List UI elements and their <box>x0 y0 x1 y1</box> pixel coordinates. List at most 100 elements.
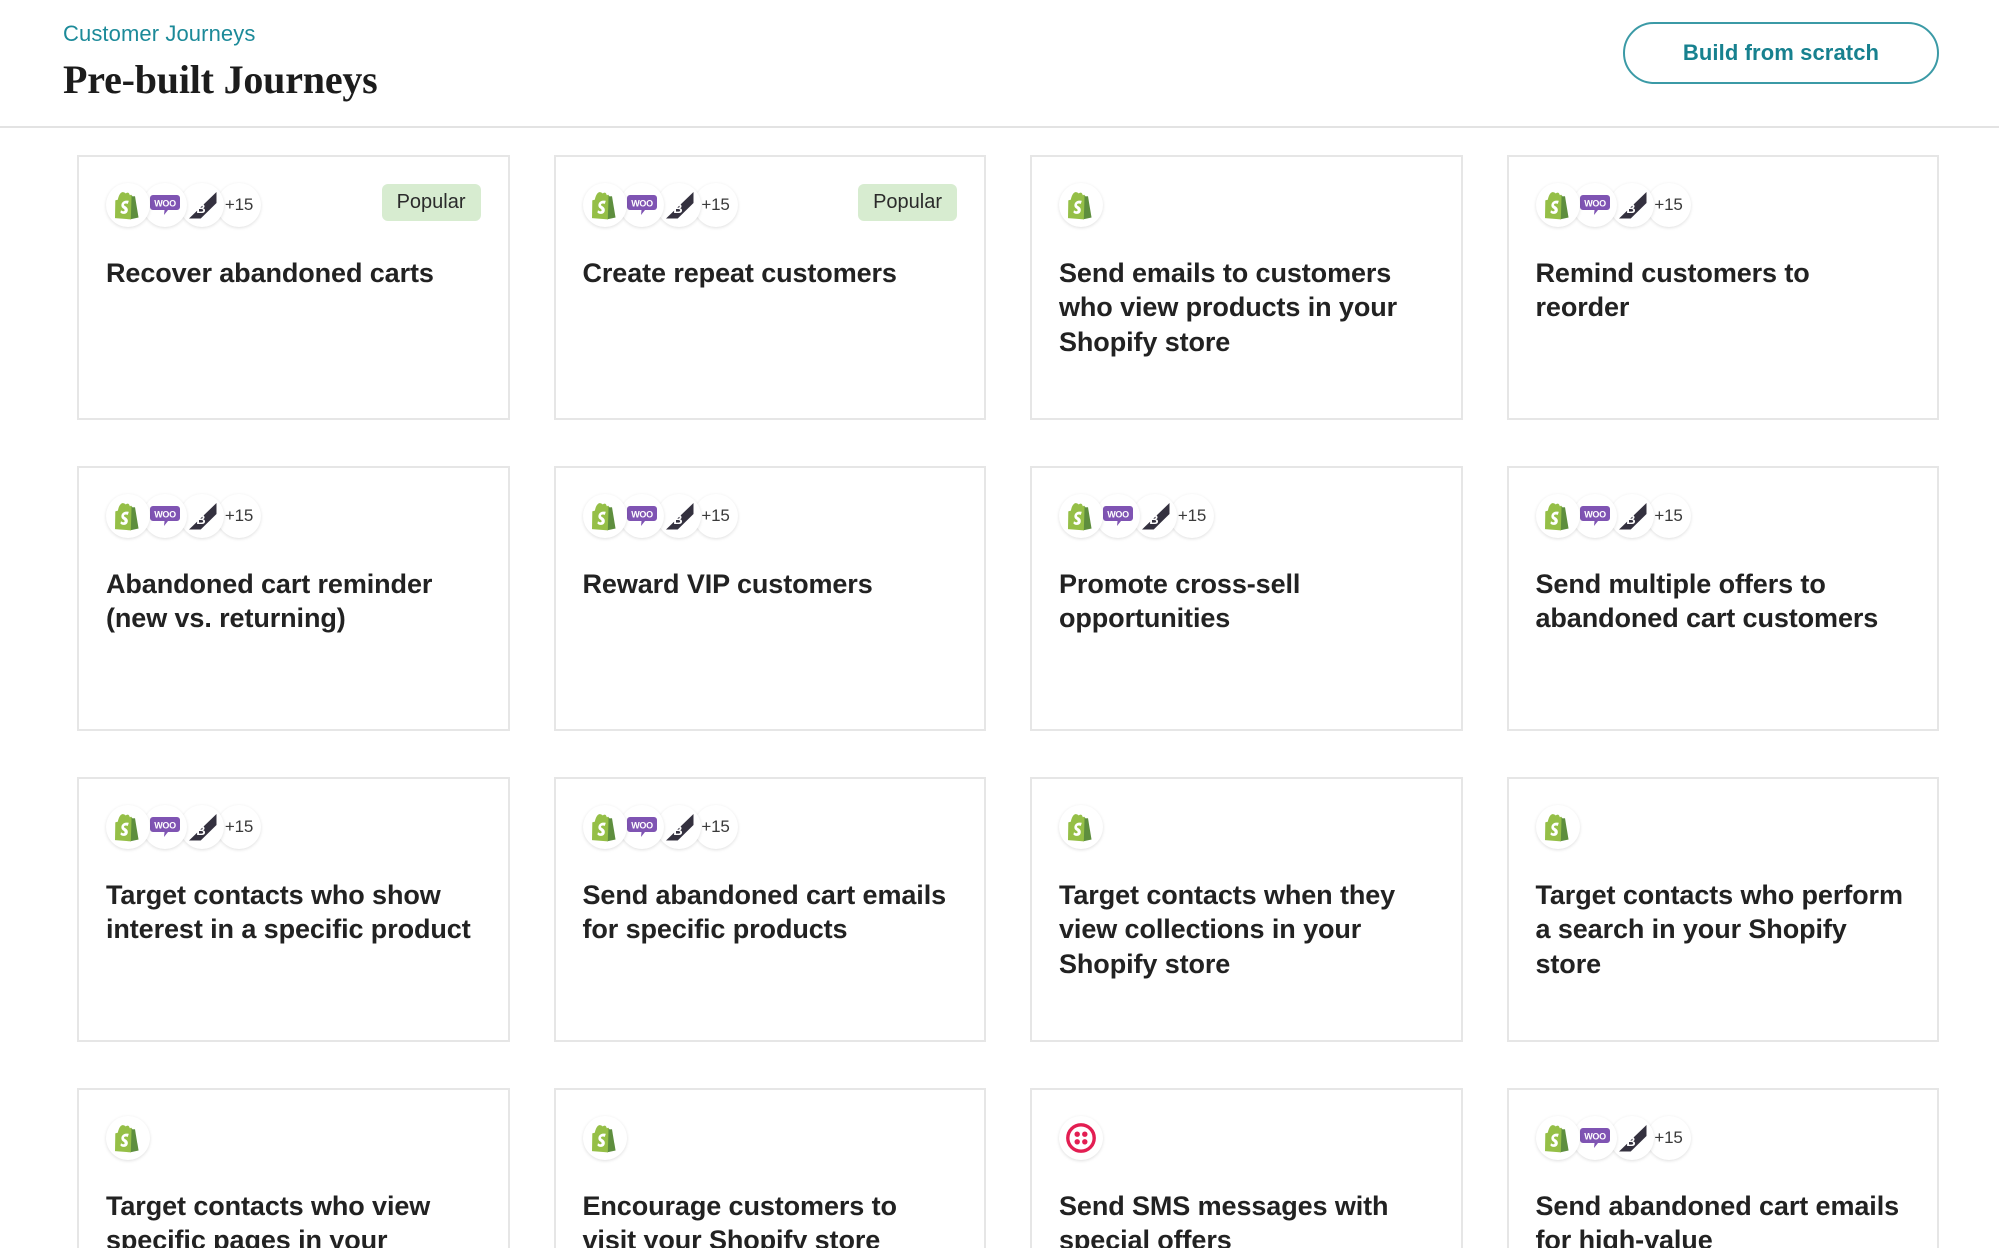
twilio-icon <box>1059 1116 1103 1160</box>
integration-icon-stack: WOO B +15 <box>582 183 738 227</box>
svg-text:B: B <box>1626 1134 1635 1149</box>
card-top <box>106 1116 481 1162</box>
card-top <box>1059 1116 1434 1162</box>
svg-text:WOO: WOO <box>631 510 653 520</box>
popular-status-badge: Popular <box>381 184 481 221</box>
svg-text:B: B <box>1626 512 1635 527</box>
shopify-icon <box>582 805 627 849</box>
card-top <box>1059 183 1434 229</box>
svg-text:B: B <box>196 823 205 838</box>
journey-card[interactable]: WOO B +15 Remind customers to reorder <box>1506 155 1939 420</box>
journey-card-title: Promote cross-sell opportunities <box>1059 569 1301 634</box>
shopify-icon <box>1059 183 1103 227</box>
integration-icon-stack: WOO B +15 <box>1059 494 1214 538</box>
journey-card-title: Target contacts when they view collectio… <box>1059 880 1396 979</box>
journey-card[interactable]: Target contacts who perform a search in … <box>1506 777 1939 1042</box>
integration-icon-stack: WOO B +15 <box>1535 183 1691 227</box>
breadcrumb[interactable]: Customer Journeys <box>63 20 378 49</box>
journey-card[interactable]: Send SMS messages with special offers <box>1030 1088 1463 1248</box>
integration-icon-stack <box>106 1116 150 1160</box>
integration-icon-stack <box>1059 183 1103 227</box>
integration-icon-stack <box>1059 1116 1103 1160</box>
journey-card[interactable]: WOO B +15 Send multiple offers to abandoned… <box>1506 466 1939 731</box>
shopify-icon <box>582 494 627 538</box>
card-top: WOO B +15 <box>582 805 958 851</box>
journey-card-title: Create repeat customers <box>582 258 897 288</box>
shopify-icon <box>1535 805 1580 849</box>
integration-icon-stack: WOO B +15 <box>106 183 261 227</box>
card-top: WOO B +15 <box>1535 494 1911 540</box>
journey-card[interactable]: WOO B +15 Reward VIP customers <box>553 466 986 731</box>
journey-card[interactable]: WOO B +15 Popular Recover abandoned carts <box>77 155 510 420</box>
journey-card-title: Send SMS messages with special offers <box>1059 1191 1389 1248</box>
card-top: WOO B +15 <box>1059 494 1434 540</box>
header-titles: Customer Journeys Pre-built Journeys <box>63 0 378 103</box>
svg-text:B: B <box>673 823 682 838</box>
journey-card-title: Target contacts who view specific pages … <box>106 1191 431 1248</box>
journey-card[interactable]: Target contacts who view specific pages … <box>77 1088 510 1248</box>
journey-card[interactable]: Send emails to customers who view produc… <box>1030 155 1463 420</box>
svg-text:WOO: WOO <box>1584 1132 1606 1142</box>
card-top: WOO B +15 Popular <box>582 183 957 229</box>
shopify-icon <box>106 1116 150 1160</box>
shopify-icon <box>106 494 150 538</box>
journey-card-title: Send abandoned cart emails for high-valu… <box>1535 1191 1900 1248</box>
page-header: Customer Journeys Pre-built Journeys Bui… <box>0 0 1999 128</box>
integration-icon-stack: WOO B +15 <box>106 805 261 849</box>
journey-card-title: Reward VIP customers <box>582 569 873 599</box>
journey-card[interactable]: Encourage customers to visit your Shopif… <box>553 1088 986 1248</box>
shopify-icon <box>1059 805 1103 849</box>
page-title: Pre-built Journeys <box>63 56 378 102</box>
shopify-icon <box>582 183 627 227</box>
journey-card[interactable]: Target contacts when they view collectio… <box>1030 777 1463 1042</box>
svg-text:WOO: WOO <box>154 199 176 209</box>
svg-text:WOO: WOO <box>631 199 653 209</box>
shopify-icon <box>1535 183 1580 227</box>
card-top: WOO B +15 <box>106 494 481 540</box>
integration-icon-stack: WOO B +15 <box>582 805 738 849</box>
svg-text:WOO: WOO <box>631 821 653 831</box>
journey-card[interactable]: WOO B +15 Target contacts who show interest… <box>77 777 510 1042</box>
build-from-scratch-button[interactable]: Build from scratch <box>1623 22 1939 84</box>
shopify-icon <box>1535 494 1580 538</box>
journey-card-title: Encourage customers to visit your Shopif… <box>582 1191 897 1248</box>
card-top: WOO B +15 Popular <box>106 183 481 229</box>
card-top: WOO B +15 <box>1535 183 1911 229</box>
svg-text:WOO: WOO <box>1584 510 1606 520</box>
svg-text:WOO: WOO <box>1107 510 1129 520</box>
integration-icon-stack: WOO B +15 <box>1535 494 1691 538</box>
journey-cards-grid: WOO B +15 Popular Recover abandoned carts WOO… <box>0 128 1999 1248</box>
shopify-icon <box>106 183 150 227</box>
integration-icon-stack <box>1535 805 1580 849</box>
card-top: WOO B +15 <box>106 805 481 851</box>
integration-icon-stack <box>582 1116 627 1160</box>
journey-card[interactable]: WOO B +15 Abandoned cart reminder (new vs. … <box>77 466 510 731</box>
shopify-icon <box>582 1116 627 1160</box>
journey-card[interactable]: WOO B +15 Send abandoned cart emails for hi… <box>1506 1088 1939 1248</box>
journey-card-title: Send emails to customers who view produc… <box>1059 258 1398 357</box>
journey-card[interactable]: WOO B +15 Popular Create repeat customers <box>553 155 986 420</box>
svg-text:WOO: WOO <box>154 821 176 831</box>
svg-text:WOO: WOO <box>154 510 176 520</box>
journey-card[interactable]: WOO B +15 Promote cross-sell opportunities <box>1030 466 1463 731</box>
journey-card-title: Send abandoned cart emails for specific … <box>582 880 947 945</box>
svg-text:B: B <box>673 512 682 527</box>
svg-text:B: B <box>1626 201 1635 216</box>
card-top: WOO B +15 <box>582 494 958 540</box>
journey-card-title: Target contacts who perform a search in … <box>1535 880 1903 979</box>
card-top: WOO B +15 <box>1535 1116 1911 1162</box>
card-top <box>582 1116 958 1162</box>
shopify-icon <box>106 805 150 849</box>
svg-text:B: B <box>196 201 205 216</box>
integration-icon-stack: WOO B +15 <box>1535 1116 1691 1160</box>
svg-text:B: B <box>673 201 682 216</box>
journey-card[interactable]: WOO B +15 Send abandoned cart emails for sp… <box>553 777 986 1042</box>
integration-icon-stack <box>1059 805 1103 849</box>
card-top <box>1535 805 1911 851</box>
integration-icon-stack: WOO B +15 <box>582 494 738 538</box>
journey-card-title: Abandoned cart reminder (new vs. returni… <box>106 569 433 634</box>
journey-card-title: Recover abandoned carts <box>106 258 434 288</box>
journey-card-title: Send multiple offers to abandoned cart c… <box>1535 569 1879 634</box>
popular-status-badge: Popular <box>858 184 957 221</box>
svg-text:B: B <box>196 512 205 527</box>
